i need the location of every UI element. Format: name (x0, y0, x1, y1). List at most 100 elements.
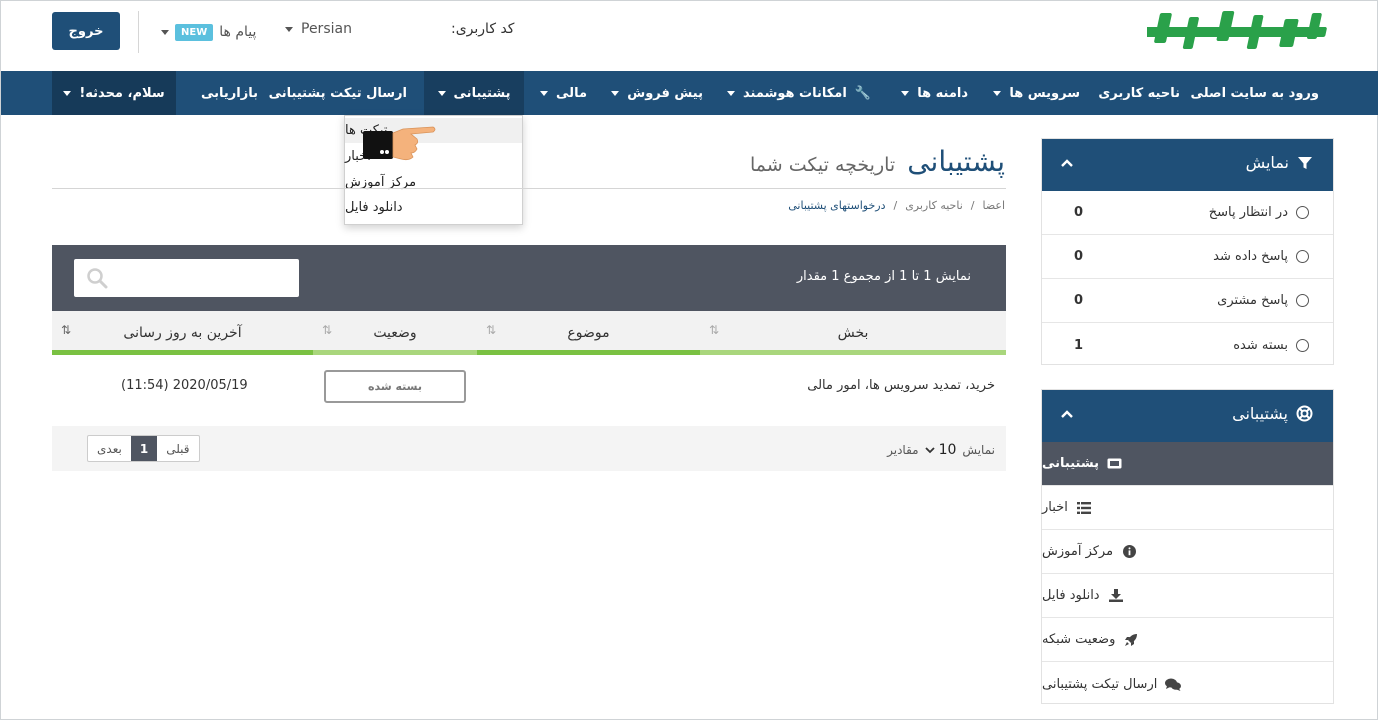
sort-icon[interactable]: ⇅ (322, 323, 332, 337)
logout-button[interactable]: خروج (52, 12, 120, 50)
chevron-down-icon (540, 90, 549, 96)
breadcrumb-item-client-area[interactable]: ناحیه کاربری (905, 199, 963, 212)
page-number-button[interactable]: 1 (130, 436, 158, 461)
filter-item-customer-reply[interactable]: 0 پاسخ مشتری (1042, 279, 1333, 323)
language-label: Persian (301, 21, 352, 37)
chevron-down-icon (924, 446, 935, 453)
chevron-down-icon (285, 26, 293, 32)
chevron-down-icon (901, 90, 910, 96)
filter-item-closed[interactable]: 1 بسته شده (1042, 323, 1333, 367)
messages-label: پیام ها (219, 24, 257, 40)
column-header-department[interactable]: بخش (700, 311, 1006, 355)
breadcrumb-item-members[interactable]: اعضا (982, 199, 1005, 212)
sidebar-item-news[interactable]: اخبار (1042, 486, 1333, 530)
sidebar-item-open-ticket[interactable]: ارسال تیکت پشتیبانی (1042, 662, 1333, 706)
chevron-up-icon[interactable] (1060, 404, 1074, 423)
page-title-sub: تاریخچه تیکت شما (750, 154, 896, 176)
filter-label: در انتظار پاسخ (1208, 205, 1288, 220)
chevron-up-icon[interactable] (1060, 153, 1074, 172)
column-header-status[interactable]: وضعیت (313, 311, 477, 355)
language-selector[interactable]: Persian (285, 21, 352, 37)
filter-panel: نمایش 0 در انتظار پاسخ 0 پاسخ داده شد 0 … (1041, 138, 1334, 365)
sidebar-item-label: وضعیت شبکه (1042, 632, 1116, 647)
main-nav: ورود به سایت اصلی ناحیه کاربری سرویس ها … (1, 71, 1378, 115)
column-header-subject[interactable]: موضوع (477, 311, 700, 355)
support-panel: پشتیبانی پشتیبانی اخبار مرکز آموزش دانلو… (1041, 389, 1334, 704)
dropdown-item-knowledgebase[interactable]: مرکز آموزش (345, 170, 522, 195)
sort-icon[interactable]: ⇅ (709, 323, 719, 337)
radio-icon[interactable] (1296, 206, 1309, 219)
sort-desc-icon[interactable]: ⇅ (61, 323, 71, 337)
column-header-last-updated[interactable]: آخرین به روز رسانی (52, 311, 313, 355)
breadcrumb-separator: / (970, 199, 975, 212)
column-underline (477, 350, 700, 355)
column-underline (52, 350, 313, 355)
messages-menu[interactable]: NEW پیام ها (161, 21, 256, 43)
radio-icon[interactable] (1296, 338, 1309, 352)
breadcrumb-separator: / (893, 199, 898, 212)
filter-count: 0 (1074, 293, 1084, 308)
radio-icon[interactable] (1296, 250, 1309, 263)
ticket-icon (1107, 458, 1123, 469)
user-code-label: کد کاربری: (451, 21, 515, 37)
nav-presale[interactable]: پیش فروش (611, 71, 703, 115)
nav-smart-features[interactable]: 🔧 امکانات هوشمند (727, 71, 871, 115)
sidebar-item-label: پشتیبانی (1042, 456, 1099, 471)
filter-label: پاسخ مشتری (1217, 293, 1288, 308)
nav-finance-label: مالی (556, 85, 587, 101)
page-length-entries-label: مقادیر (887, 443, 919, 457)
nav-greeting-label: سلام، محدثه! (79, 85, 165, 101)
comments-icon (1165, 678, 1182, 691)
nav-domains[interactable]: دامنه ها (901, 71, 968, 115)
filter-item-awaiting-reply[interactable]: 0 در انتظار پاسخ (1042, 191, 1333, 235)
support-panel-header[interactable]: پشتیبانی (1042, 390, 1333, 442)
download-icon (1108, 589, 1124, 602)
search-icon (87, 268, 108, 289)
filter-count: 1 (1074, 337, 1084, 353)
mizbanfa-logo[interactable] (1147, 9, 1331, 55)
filter-label: بسته شده (1233, 337, 1288, 353)
nav-finance[interactable]: مالی (540, 71, 587, 115)
sidebar-item-support[interactable]: پشتیبانی (1042, 442, 1333, 486)
chevron-down-icon (161, 29, 169, 35)
chevron-down-icon (727, 90, 736, 96)
filter-item-answered[interactable]: 0 پاسخ داده شد (1042, 235, 1333, 279)
column-underline (700, 350, 1006, 355)
page-title: پشتیبانی تاریخچه تیکت شما (750, 145, 1005, 178)
table-search-input[interactable] (74, 259, 299, 297)
nav-support[interactable]: پشتیبانی (424, 71, 524, 115)
sidebar-item-label: اخبار (1042, 500, 1068, 515)
rocket-icon (1123, 633, 1139, 647)
sidebar-item-label: دانلود فایل (1042, 588, 1100, 603)
nav-presale-label: پیش فروش (627, 85, 703, 101)
filter-count: 0 (1074, 205, 1084, 220)
list-icon (1076, 501, 1092, 514)
ticket-department[interactable]: خرید، تمدید سرویس ها، امور مالی (807, 378, 995, 393)
page-length-control: نمایش 10 مقادیر (887, 442, 995, 458)
sidebar-item-downloads[interactable]: دانلود فایل (1042, 574, 1333, 618)
sort-icon[interactable]: ⇅ (486, 323, 496, 337)
pagination: بعدی 1 قبلی (87, 435, 200, 462)
chevron-down-icon (63, 90, 72, 96)
nav-home[interactable]: ورود به سایت اصلی (1191, 71, 1319, 115)
title-divider (52, 188, 1006, 189)
nav-user-greeting[interactable]: سلام، محدثه! (52, 71, 176, 115)
nav-open-ticket[interactable]: ارسال تیکت پشتیبانی (269, 71, 407, 115)
breadcrumb-item-support-tickets: درخواستهای پشتیبانی (788, 199, 886, 212)
page-length-select[interactable]: 10 (924, 442, 956, 458)
dropdown-item-downloads[interactable]: دانلود فایل (345, 195, 522, 220)
prev-page-button[interactable]: قبلی (157, 436, 198, 461)
next-page-button[interactable]: بعدی (88, 436, 131, 461)
nav-client-area[interactable]: ناحیه کاربری (1098, 71, 1180, 115)
nav-domains-label: دامنه ها (917, 85, 968, 101)
nav-affiliate[interactable]: بازاریابی (201, 71, 258, 115)
sidebar-item-network-status[interactable]: وضعیت شبکه (1042, 618, 1333, 662)
sidebar-item-label: مرکز آموزش (1042, 544, 1114, 559)
radio-icon[interactable] (1296, 294, 1309, 307)
ticket-status-badge[interactable]: بسته شده (324, 370, 466, 403)
nav-services[interactable]: سرویس ها (993, 71, 1080, 115)
sidebar-item-knowledgebase[interactable]: مرکز آموزش (1042, 530, 1333, 574)
nav-smart-label: امکانات هوشمند (743, 85, 847, 101)
filter-panel-header[interactable]: نمایش (1042, 139, 1333, 191)
filter-count: 0 (1074, 249, 1084, 264)
